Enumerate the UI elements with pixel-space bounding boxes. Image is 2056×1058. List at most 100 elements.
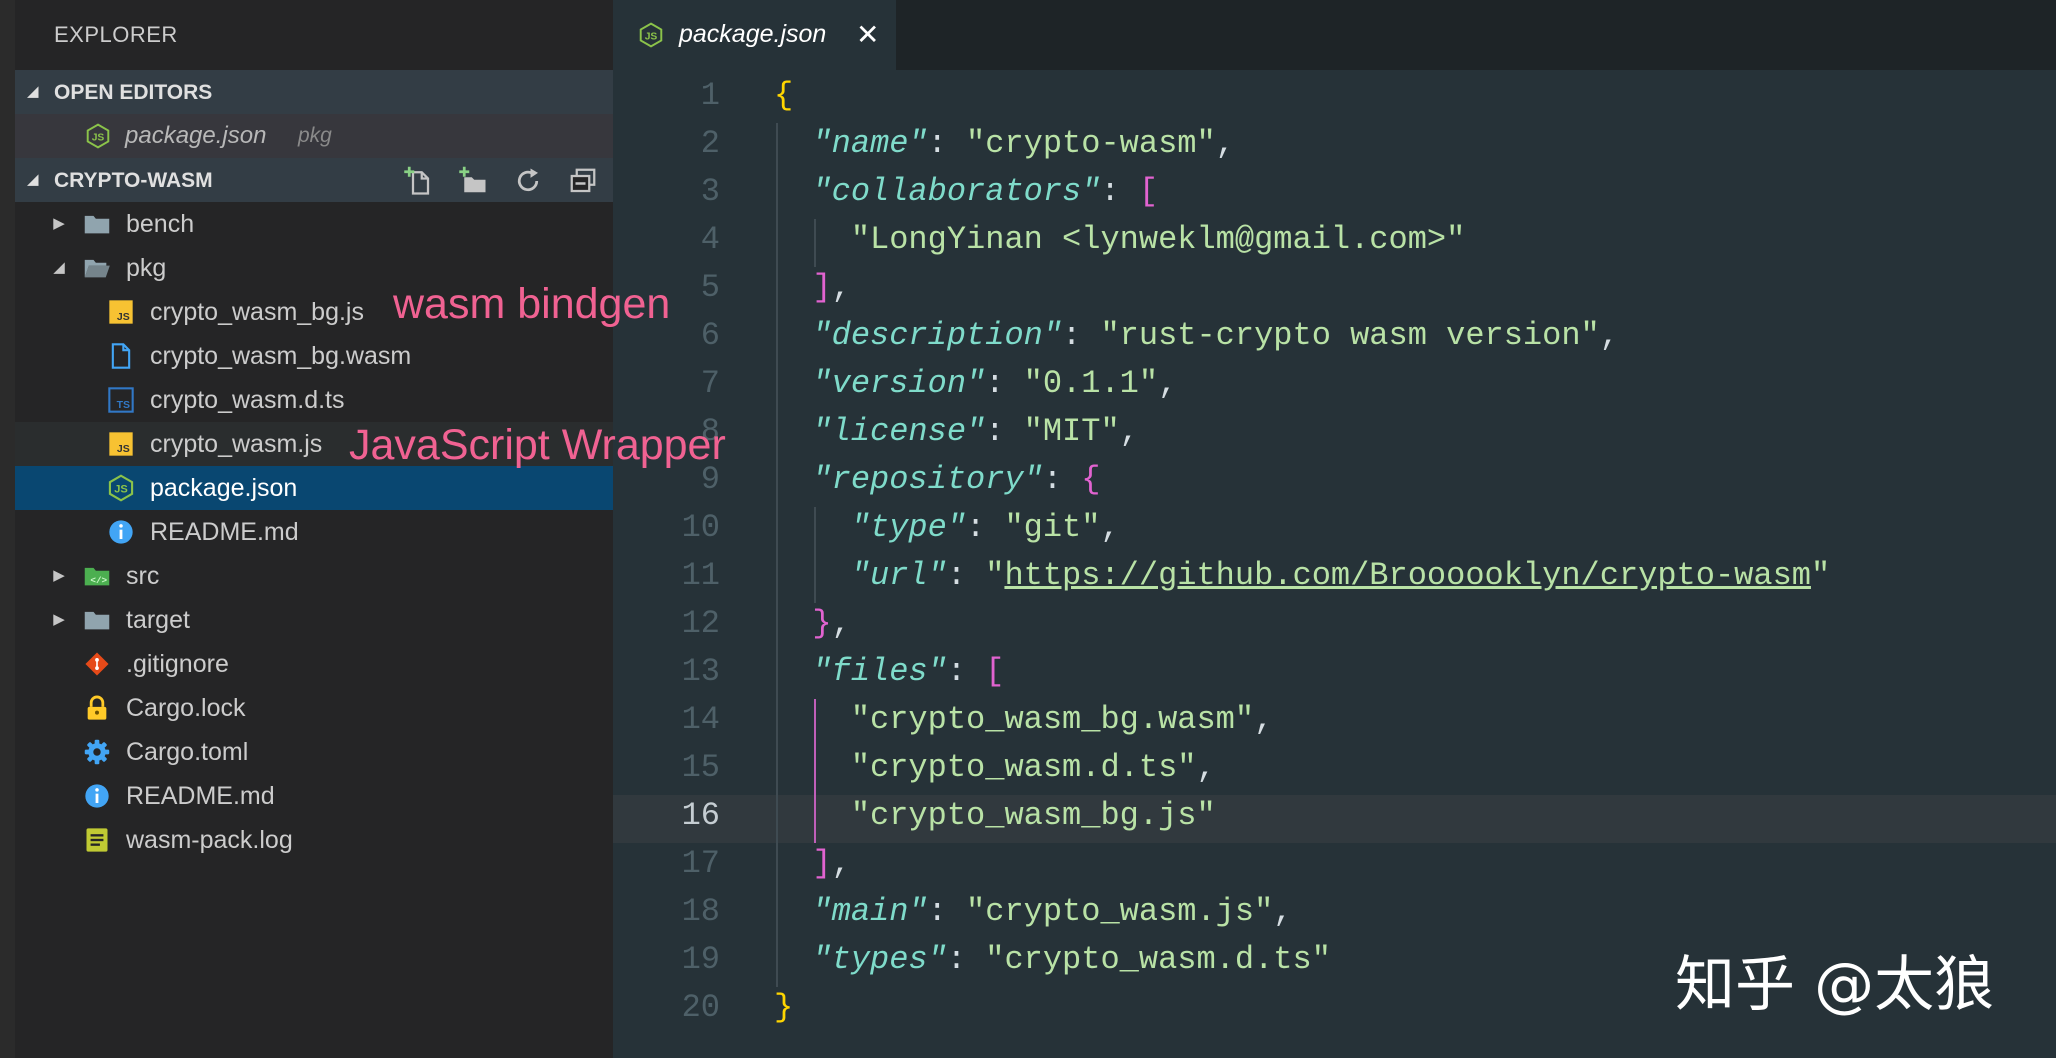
project-header[interactable]: ◢ CRYPTO-WASM bbox=[15, 158, 613, 202]
tab-package-json[interactable]: package.json ✕ bbox=[613, 0, 896, 70]
tree-item-target[interactable]: ▶ target bbox=[15, 598, 613, 642]
code-line[interactable]: 15 "crypto_wasm.d.ts", bbox=[613, 747, 2056, 795]
code-line[interactable]: 13 "files": [ bbox=[613, 651, 2056, 699]
code-token: : bbox=[966, 509, 1005, 546]
code-line[interactable]: 18 "main": "crypto_wasm.js", bbox=[613, 891, 2056, 939]
chevron-down-icon: ◢ bbox=[27, 83, 39, 100]
code-token: "description" bbox=[812, 317, 1063, 354]
code-text: "files": [ bbox=[774, 653, 1004, 690]
code-token: } bbox=[774, 989, 794, 1026]
code-token: " bbox=[1810, 557, 1831, 594]
new-file-icon[interactable] bbox=[403, 166, 433, 196]
tree-item-bench[interactable]: ▶ bench bbox=[15, 202, 613, 246]
file-icon bbox=[107, 342, 135, 370]
code-token: , bbox=[1273, 893, 1293, 930]
tree-item-package-json[interactable]: package.json bbox=[15, 466, 613, 510]
code-line[interactable]: 12 }, bbox=[613, 603, 2056, 651]
code-token: : bbox=[1062, 317, 1101, 354]
code-line[interactable]: 10 "type": "git", bbox=[613, 507, 2056, 555]
tree-item-readme-root[interactable]: README.md bbox=[15, 774, 613, 818]
code-token: : bbox=[1042, 461, 1082, 498]
code-line[interactable]: 8 "license": "MIT", bbox=[613, 411, 2056, 459]
code-line[interactable]: 16 "crypto_wasm_bg.js" bbox=[613, 795, 2056, 843]
explorer-sidebar: EXPLORER ◢ OPEN EDITORS package.json pkg… bbox=[15, 0, 613, 1058]
project-label: CRYPTO-WASM bbox=[54, 169, 213, 192]
line-number: 13 bbox=[681, 653, 720, 690]
code-text: "license": "MIT", bbox=[774, 413, 1139, 450]
code-token: : bbox=[1100, 173, 1139, 210]
tree-item-readme-pkg[interactable]: README.md bbox=[15, 510, 613, 554]
code-text: } bbox=[774, 989, 793, 1026]
line-number: 1 bbox=[700, 77, 720, 114]
info-icon bbox=[83, 782, 111, 810]
tree-item-label: crypto_wasm_bg.wasm bbox=[150, 342, 412, 370]
code-token: "repository" bbox=[812, 461, 1043, 498]
code-token: "crypto_wasm.js" bbox=[966, 893, 1274, 930]
code-token: , bbox=[1158, 365, 1178, 402]
lock-icon bbox=[83, 694, 111, 722]
new-folder-icon[interactable] bbox=[458, 166, 488, 196]
tree-item-cargo-toml[interactable]: Cargo.toml bbox=[15, 730, 613, 774]
tree-item-gitignore[interactable]: .gitignore bbox=[15, 642, 613, 686]
code-line[interactable]: 4 "LongYinan <lynweklm@gmail.com>" bbox=[613, 219, 2056, 267]
code-token: { bbox=[1081, 461, 1101, 498]
code-token: " bbox=[985, 557, 1005, 594]
code-text: "repository": { bbox=[774, 461, 1100, 498]
chevron-right-icon: ▶ bbox=[53, 215, 65, 232]
code-line[interactable]: 3 "collaborators": [ bbox=[613, 171, 2056, 219]
open-editors-header[interactable]: ◢ OPEN EDITORS bbox=[15, 70, 613, 114]
code-text: }, bbox=[774, 605, 850, 642]
close-icon[interactable]: ✕ bbox=[856, 18, 879, 51]
code-line[interactable]: 5 ], bbox=[613, 267, 2056, 315]
tree-item-cargo-lock[interactable]: Cargo.lock bbox=[15, 686, 613, 730]
code-line[interactable]: 9 "repository": { bbox=[613, 459, 2056, 507]
open-editor-item-package-json[interactable]: package.json pkg bbox=[15, 114, 613, 158]
code-token: "version" bbox=[812, 365, 986, 402]
code-line[interactable]: 2 "name": "crypto-wasm", bbox=[613, 123, 2056, 171]
code-line[interactable]: 14 "crypto_wasm_bg.wasm", bbox=[613, 699, 2056, 747]
code-token: , bbox=[1119, 413, 1139, 450]
code-token: , bbox=[1196, 749, 1216, 786]
code-token: ] bbox=[812, 269, 832, 306]
tree-item-wasm-pack-log[interactable]: wasm-pack.log bbox=[15, 818, 613, 862]
tree-item-src[interactable]: ▶ src bbox=[15, 554, 613, 598]
code-line[interactable]: 11 "url": "https://github.com/Broooookly… bbox=[613, 555, 2056, 603]
line-number: 16 bbox=[681, 797, 720, 834]
tree-item-label: crypto_wasm.js bbox=[150, 430, 323, 458]
code-text: "crypto_wasm_bg.wasm", bbox=[774, 701, 1273, 738]
tree-item-label: pkg bbox=[126, 254, 167, 282]
code-text: ], bbox=[774, 269, 850, 306]
tree-item-crypto-wasm-d-ts[interactable]: crypto_wasm.d.ts bbox=[15, 378, 613, 422]
code-token: , bbox=[1254, 701, 1274, 738]
git-icon bbox=[83, 650, 111, 678]
code-line[interactable]: 6 "description": "rust-crypto wasm versi… bbox=[613, 315, 2056, 363]
code-token: "rust-crypto wasm version" bbox=[1100, 317, 1600, 354]
code-line[interactable]: 1{ bbox=[613, 75, 2056, 123]
line-number: 18 bbox=[681, 893, 720, 930]
line-number: 10 bbox=[681, 509, 720, 546]
refresh-icon[interactable] bbox=[513, 166, 543, 196]
code-token: } bbox=[812, 605, 832, 642]
collapse-all-icon[interactable] bbox=[568, 166, 598, 196]
indent-guide bbox=[814, 507, 817, 603]
code-token: : bbox=[985, 365, 1024, 402]
src-folder-icon bbox=[83, 562, 111, 590]
indent-guide bbox=[776, 123, 778, 987]
code-text: "description": "rust-crypto wasm version… bbox=[774, 317, 1619, 354]
tab-title: package.json bbox=[679, 20, 827, 48]
code-editor[interactable]: package.json ✕ 1{2 "name": "crypto-wasm"… bbox=[613, 0, 2056, 1058]
code-token: "MIT" bbox=[1023, 413, 1120, 450]
tree-item-crypto-wasm-bg-wasm[interactable]: crypto_wasm_bg.wasm bbox=[15, 334, 613, 378]
code-line[interactable]: 7 "version": "0.1.1", bbox=[613, 363, 2056, 411]
code-line[interactable]: 17 ], bbox=[613, 843, 2056, 891]
code-token: https://github.com/Broooooklyn/crypto-wa… bbox=[1004, 557, 1811, 594]
gear-icon bbox=[83, 738, 111, 766]
